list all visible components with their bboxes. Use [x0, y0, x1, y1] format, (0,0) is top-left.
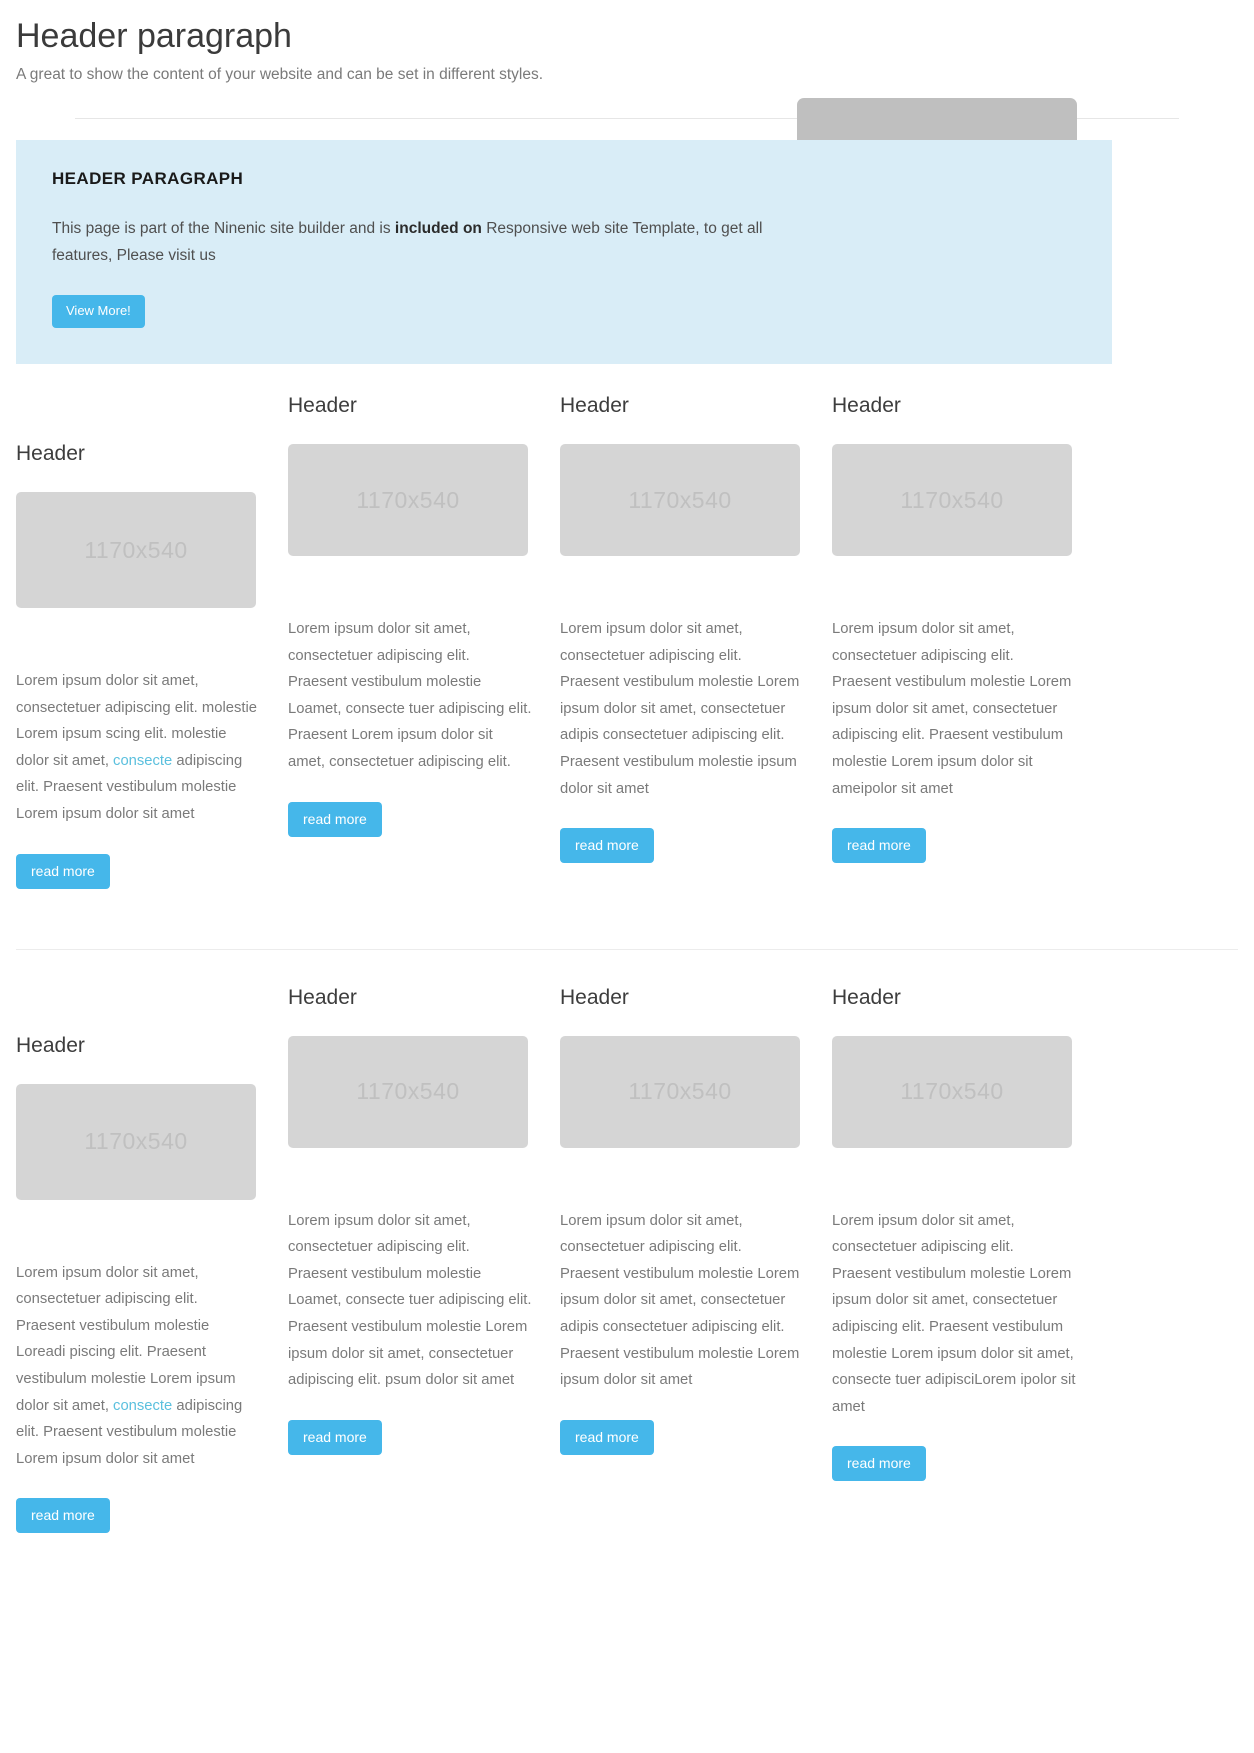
card-body-text: Lorem ipsum dolor sit amet, consectetuer… [288, 621, 532, 770]
page-header: Header paragraph A great to show the con… [0, 0, 1254, 86]
read-more-button[interactable]: read more [16, 853, 110, 889]
card-1: Header 1170x540 Lorem ipsum dolor sit am… [16, 392, 288, 889]
info-banner: HEADER PARAGRAPH This page is part of th… [16, 140, 1112, 364]
thumbnail-label: 1170x540 [84, 536, 188, 563]
thumbnail-label: 1170x540 [628, 1078, 732, 1105]
read-more-button[interactable]: read more [288, 801, 382, 837]
card-body-text: Lorem ipsum dolor sit amet, consectetuer… [560, 621, 800, 797]
card-thumbnail: 1170x540 [16, 492, 256, 608]
thumbnail-label: 1170x540 [900, 1078, 1004, 1105]
banner-text-bold: included on [394, 220, 482, 237]
card-header: Header [288, 985, 357, 1009]
banner-heading: HEADER PARAGRAPH [52, 169, 244, 188]
page-root: Header paragraph A great to show the con… [0, 0, 1254, 1534]
card-header: Header [288, 394, 357, 417]
card-6: Header 1170x540 Lorem ipsum dolor sit am… [288, 984, 560, 1455]
inline-link[interactable]: consecte [113, 753, 172, 769]
thumbnail-label: 1170x540 [900, 486, 1004, 513]
card-row-2: Header 1170x540 Lorem ipsum dolor sit am… [0, 984, 1254, 1534]
card-body-text: Lorem ipsum dolor sit amet, consectetuer… [832, 621, 1072, 797]
card-body-text: Lorem ipsum dolor sit amet, consectetuer… [288, 1212, 532, 1389]
card-8: Header 1170x540 Lorem ipsum dolor sit am… [832, 984, 1104, 1482]
thumbnail-label: 1170x540 [84, 1128, 188, 1155]
card-5: Header 1170x540 Lorem ipsum dolor sit am… [16, 984, 288, 1534]
read-more-button[interactable]: read more [288, 1419, 382, 1455]
card-3: Header 1170x540 Lorem ipsum dolor sit am… [560, 392, 832, 864]
card-row-1: Header 1170x540 Lorem ipsum dolor sit am… [0, 392, 1254, 889]
page-title: Header paragraph [16, 17, 292, 55]
card-thumbnail: 1170x540 [288, 1035, 528, 1148]
read-more-button[interactable]: read more [832, 1446, 926, 1482]
thumbnail-label: 1170x540 [356, 1078, 460, 1105]
card-thumbnail: 1170x540 [16, 1083, 256, 1200]
banner-text: This page is part of the Ninenic site bu… [52, 215, 792, 269]
view-more-button[interactable]: View More! [52, 295, 145, 328]
card-thumbnail: 1170x540 [288, 444, 528, 556]
card-header: Header [560, 985, 629, 1009]
card-header: Header [832, 985, 901, 1009]
read-more-button[interactable]: read more [560, 1419, 654, 1455]
page-subtitle: A great to show the content of your webs… [16, 66, 544, 83]
inline-link[interactable]: consecte [113, 1398, 172, 1414]
banner-section: HEADER PARAGRAPH This page is part of th… [0, 98, 1254, 380]
card-thumbnail: 1170x540 [560, 444, 800, 556]
read-more-button[interactable]: read more [832, 828, 926, 864]
card-header: Header [560, 394, 629, 417]
thumbnail-label: 1170x540 [628, 486, 732, 513]
read-more-button[interactable]: read more [16, 1498, 110, 1534]
read-more-button[interactable]: read more [560, 828, 654, 864]
card-4: Header 1170x540 Lorem ipsum dolor sit am… [832, 392, 1104, 864]
card-2: Header 1170x540 Lorem ipsum dolor sit am… [288, 392, 560, 837]
card-header: Header [832, 394, 901, 417]
card-body-text: Lorem ipsum dolor sit amet, consectetuer… [16, 1264, 243, 1467]
card-body-text: Lorem ipsum dolor sit amet, consectetuer… [16, 673, 257, 822]
thumbnail-label: 1170x540 [356, 486, 460, 513]
card-thumbnail: 1170x540 [560, 1035, 800, 1148]
card-header: Header [16, 1033, 85, 1057]
card-body-text: Lorem ipsum dolor sit amet, consectetuer… [832, 1212, 1076, 1415]
card-header: Header [16, 442, 85, 465]
card-thumbnail: 1170x540 [832, 1035, 1072, 1148]
card-thumbnail: 1170x540 [832, 444, 1072, 556]
card-body-text: Lorem ipsum dolor sit amet, consectetuer… [560, 1212, 800, 1389]
banner-text-before: This page is part of the Ninenic site bu… [52, 220, 395, 237]
card-7: Header 1170x540 Lorem ipsum dolor sit am… [560, 984, 832, 1455]
